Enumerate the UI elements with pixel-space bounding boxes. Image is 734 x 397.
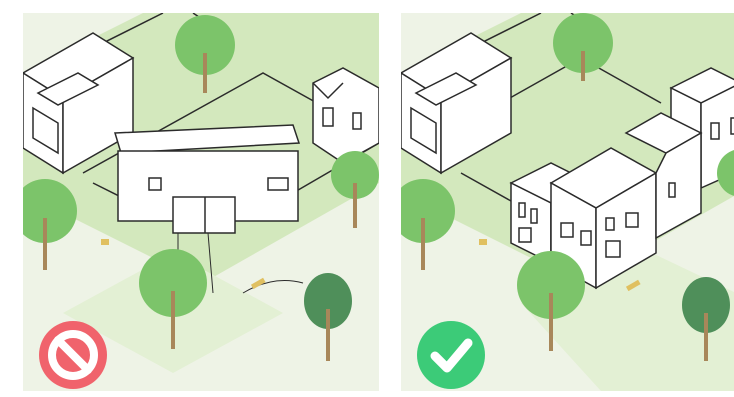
house-window xyxy=(625,212,639,228)
right-neighbor-house xyxy=(312,67,379,164)
bad-example-illustration xyxy=(23,13,379,391)
house-window xyxy=(605,240,621,258)
panel-good-example xyxy=(401,13,734,391)
house-porch xyxy=(172,196,236,234)
prohibited-icon xyxy=(39,321,107,389)
checkmark-icon xyxy=(417,321,485,389)
house-window xyxy=(530,208,538,224)
panel-bad-example xyxy=(23,13,379,391)
bench-icon xyxy=(101,239,109,245)
house-window xyxy=(668,182,676,198)
house-window xyxy=(580,230,592,246)
house-window xyxy=(560,222,574,238)
good-example-illustration xyxy=(401,13,734,391)
house-window xyxy=(605,217,615,231)
bench-icon xyxy=(479,239,487,245)
house-window xyxy=(518,202,526,218)
house-window xyxy=(518,227,532,243)
house-window xyxy=(267,177,289,191)
house-window xyxy=(148,177,162,191)
large-single-house xyxy=(114,124,301,234)
